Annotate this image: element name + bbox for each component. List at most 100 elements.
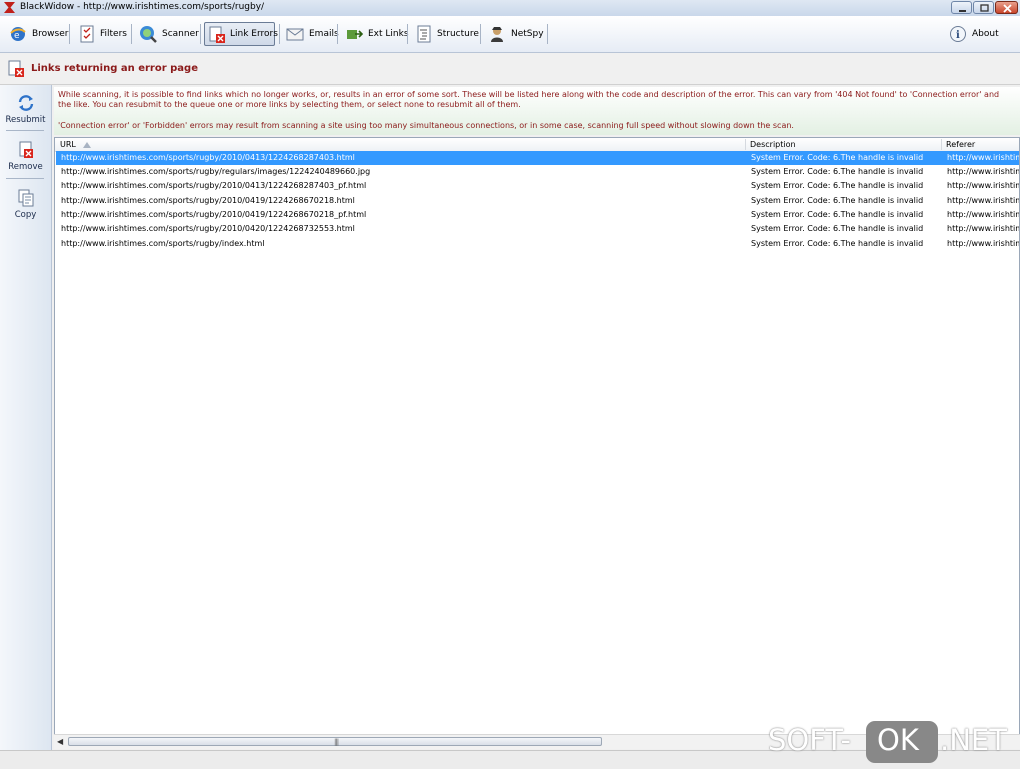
minimize-button[interactable] <box>951 1 972 14</box>
toolbar-about-label: About <box>972 29 999 39</box>
watermark-text-right: .NET <box>940 723 1007 757</box>
description-cell: System Error. Code: 6.The handle is inva… <box>751 181 924 190</box>
toolbar-emails-button[interactable]: Emails <box>282 22 342 46</box>
column-header-url[interactable]: URL <box>60 140 76 149</box>
description-cell: System Error. Code: 6.The handle is inva… <box>751 210 924 219</box>
window-title: BlackWidow - http://www.irishtimes.com/s… <box>20 2 265 12</box>
info-icon: i <box>950 26 966 42</box>
toolbar-link-errors-button[interactable]: Link Errors <box>204 22 278 46</box>
toolbar-separator <box>337 24 338 44</box>
grip-icon: ||| <box>334 738 339 746</box>
info-panel: While scanning, it is possible to find l… <box>54 87 1020 135</box>
column-header-description[interactable]: Description <box>750 140 796 149</box>
column-divider[interactable] <box>745 139 746 150</box>
emails-icon <box>286 28 304 41</box>
resubmit-label: Resubmit <box>5 115 46 125</box>
toolbar-separator <box>131 24 132 44</box>
referer-cell: http://www.irishtimes.com/sports/rugby/ <box>947 224 1020 233</box>
description-cell: System Error. Code: 6.The handle is inva… <box>751 196 924 205</box>
watermark-text-middle: OK <box>877 723 919 757</box>
remove-label: Remove <box>8 162 43 172</box>
toolbar-ext-links-button[interactable]: Ext Links <box>341 22 412 46</box>
url-cell: http://www.irishtimes.com/sports/rugby/r… <box>61 167 371 176</box>
url-cell: http://www.irishtimes.com/sports/rugby/2… <box>61 224 355 233</box>
toolbar-separator <box>69 24 70 44</box>
scanner-icon <box>140 26 157 43</box>
referer-cell: http://www.irishtimes.com/sports/rugby/ <box>947 167 1020 176</box>
scrollbar-thumb[interactable]: ||| <box>68 737 602 746</box>
toolbar-browser-button[interactable]: e Browser <box>5 22 71 46</box>
toolbar-about-button[interactable]: i About <box>945 22 1002 46</box>
table-row[interactable]: http://www.irishtimes.com/sports/rugby/2… <box>56 222 1020 236</box>
toolbar-structure-label: Structure <box>437 29 479 39</box>
section-header: Links returning an error page <box>0 53 1020 85</box>
close-button[interactable] <box>995 1 1018 14</box>
resubmit-icon <box>18 95 33 111</box>
main-toolbar: e Browser Filters Scanner Link Errors Em… <box>0 16 1020 53</box>
table-row[interactable]: http://www.irishtimes.com/sports/rugby/i… <box>56 237 1019 251</box>
copy-icon <box>18 189 33 207</box>
info-paragraph: While scanning, it is possible to find l… <box>58 90 1000 109</box>
toolbar-scanner-button[interactable]: Scanner <box>135 22 202 46</box>
description-cell: System Error. Code: 6.The handle is inva… <box>751 153 924 162</box>
description-cell: System Error. Code: 6.The handle is inva… <box>751 167 924 176</box>
sidebar-divider <box>6 178 44 179</box>
remove-icon <box>19 141 33 158</box>
link-errors-icon <box>8 60 24 77</box>
link-errors-list[interactable]: URL Description Referer http://www.irish… <box>54 137 1020 749</box>
sort-ascending-icon <box>83 142 91 148</box>
remove-button[interactable]: Remove <box>2 140 49 172</box>
toolbar-link-errors-label: Link Errors <box>230 29 278 39</box>
url-cell: http://www.irishtimes.com/sports/rugby/2… <box>61 210 367 219</box>
toolbar-separator <box>480 24 481 44</box>
toolbar-filters-label: Filters <box>100 29 127 39</box>
svg-text:i: i <box>956 30 960 41</box>
toolbar-separator <box>407 24 408 44</box>
toolbar-browser-label: Browser <box>32 29 69 39</box>
table-row[interactable]: http://www.irishtimes.com/sports/rugby/2… <box>56 179 1020 193</box>
title-bar: BlackWidow - http://www.irishtimes.com/s… <box>0 0 1020 17</box>
blackwidow-logo-icon <box>4 2 15 13</box>
scroll-left-arrow-icon[interactable]: ◀ <box>57 737 63 746</box>
link-errors-icon <box>209 26 225 43</box>
ext-links-icon <box>347 30 364 39</box>
toolbar-separator <box>547 24 548 44</box>
referer-cell: http://www.irishtimes.com/sports/rugby/ <box>947 181 1020 190</box>
netspy-icon <box>491 27 503 42</box>
maximize-button[interactable] <box>973 1 994 14</box>
column-divider[interactable] <box>941 139 942 150</box>
table-row[interactable]: http://www.irishtimes.com/sports/rugby/2… <box>56 208 1019 222</box>
toolbar-scanner-label: Scanner <box>162 29 199 39</box>
table-row[interactable]: http://www.irishtimes.com/sports/rugby/2… <box>56 194 1020 208</box>
watermark-text-left: SOFT- <box>768 723 851 757</box>
table-row[interactable]: http://www.irishtimes.com/sports/rugby/r… <box>56 165 1020 179</box>
filters-icon <box>80 25 94 43</box>
toolbar-separator <box>200 24 201 44</box>
resubmit-button[interactable]: Resubmit <box>2 93 49 125</box>
watermark: SOFT- OK .NET <box>760 718 1018 766</box>
url-cell: http://www.irishtimes.com/sports/rugby/2… <box>61 181 367 190</box>
info-paragraph-note: 'Connection error' or 'Forbidden' errors… <box>58 121 794 130</box>
toolbar-structure-button[interactable]: Structure <box>412 22 482 46</box>
toolbar-netspy-button[interactable]: NetSpy <box>484 22 547 46</box>
description-cell: System Error. Code: 6.The handle is inva… <box>751 224 924 233</box>
referer-cell: http://www.irishtimes.com/sports/rugby/ <box>947 153 1020 162</box>
toolbar-netspy-label: NetSpy <box>511 29 544 39</box>
url-cell: http://www.irishtimes.com/sports/rugby/i… <box>61 239 265 248</box>
toolbar-separator <box>279 24 280 44</box>
left-action-sidebar: Resubmit Remove Copy <box>0 85 52 750</box>
description-cell: System Error. Code: 6.The handle is inva… <box>751 239 924 248</box>
section-title: Links returning an error page <box>31 63 198 74</box>
toolbar-ext-links-label: Ext Links <box>368 29 409 39</box>
list-header: URL Description Referer <box>55 138 1019 152</box>
copy-button[interactable]: Copy <box>2 188 49 220</box>
url-cell: http://www.irishtimes.com/sports/rugby/2… <box>61 196 355 205</box>
toolbar-filters-button[interactable]: Filters <box>75 22 130 46</box>
table-row[interactable]: http://www.irishtimes.com/sports/rugby/2… <box>56 151 1020 165</box>
referer-cell: http://www.irishtimes.com/sports/rugby/ <box>947 196 1020 205</box>
url-cell: http://www.irishtimes.com/sports/rugby/2… <box>61 153 355 162</box>
column-header-referer[interactable]: Referer <box>946 140 975 149</box>
copy-label: Copy <box>14 210 37 220</box>
toolbar-emails-label: Emails <box>309 29 339 39</box>
structure-icon <box>417 25 431 43</box>
